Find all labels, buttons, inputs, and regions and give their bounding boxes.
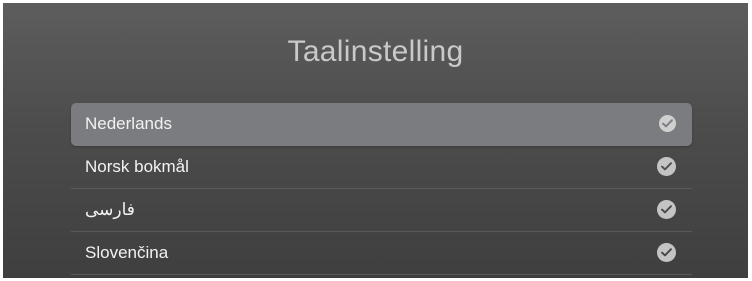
language-label: Slovenčina bbox=[85, 243, 169, 262]
language-list: Nederlands Norsk bokmål فارسی Slovenčina bbox=[71, 103, 692, 275]
language-item-nederlands[interactable]: Nederlands bbox=[71, 103, 692, 146]
check-circle-icon bbox=[657, 243, 676, 262]
language-label: Nederlands bbox=[85, 114, 172, 133]
check-circle-icon bbox=[657, 200, 676, 219]
language-label: فارسی bbox=[85, 200, 135, 219]
language-item-farsi[interactable]: فارسی bbox=[71, 189, 692, 232]
language-item-slovencina[interactable]: Slovenčina bbox=[71, 232, 692, 275]
check-circle-icon bbox=[659, 115, 676, 132]
check-circle-icon bbox=[657, 157, 676, 176]
language-settings-screen: Taalinstelling Nederlands Norsk bokmål ف… bbox=[3, 3, 748, 278]
language-item-norsk-bokmal[interactable]: Norsk bokmål bbox=[71, 146, 692, 189]
language-label: Norsk bokmål bbox=[85, 157, 189, 176]
page-title: Taalinstelling bbox=[287, 35, 464, 68]
